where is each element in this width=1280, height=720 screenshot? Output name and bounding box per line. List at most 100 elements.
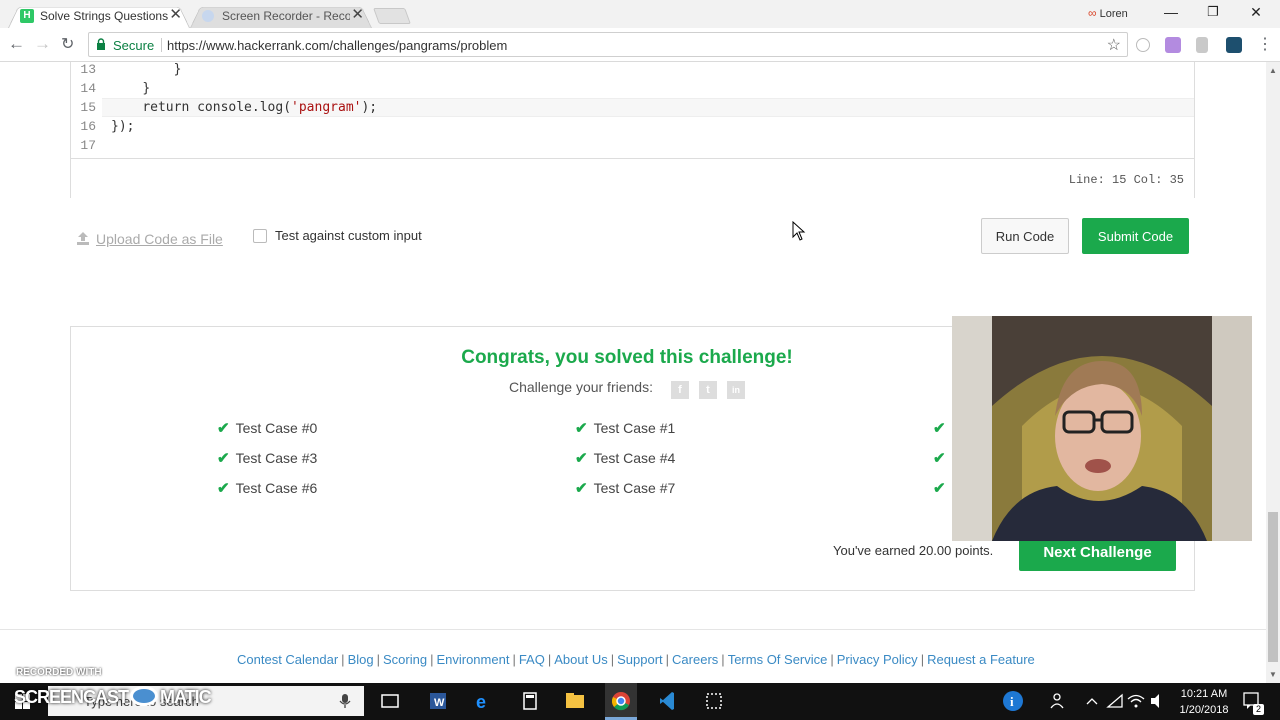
- test-case-item[interactable]: ✔ Test Case #4: [575, 449, 675, 467]
- snipping-tool-icon[interactable]: [699, 683, 729, 720]
- extension-react-icon[interactable]: [1226, 37, 1242, 53]
- profile-icon: ∞: [1088, 6, 1097, 20]
- tab-title: Screen Recorder - Recor: [222, 9, 350, 23]
- task-view-icon[interactable]: [375, 683, 405, 720]
- code-editor[interactable]: 13 14 15 16 17 } } return console.log('p…: [70, 62, 1195, 198]
- test-case-item[interactable]: ✔: [933, 449, 952, 467]
- check-icon: ✔: [575, 450, 588, 467]
- test-case-item[interactable]: ✔ Test Case #0: [217, 419, 317, 437]
- footer-link-careers[interactable]: Careers: [672, 652, 718, 667]
- linkedin-icon[interactable]: in: [727, 381, 745, 399]
- lock-icon: [97, 38, 105, 50]
- address-separator: [161, 38, 162, 52]
- mouse-cursor-icon: [792, 221, 806, 241]
- reload-icon[interactable]: ↻: [61, 34, 74, 54]
- test-case-item[interactable]: ✔ Test Case #6: [217, 479, 317, 497]
- test-case-item[interactable]: ✔ Test Case #3: [217, 449, 317, 467]
- footer-link-contest-calendar[interactable]: Contest Calendar: [237, 652, 338, 667]
- microphone-icon[interactable]: [338, 693, 352, 709]
- upload-icon[interactable]: [75, 230, 91, 246]
- wifi-icon[interactable]: [1125, 683, 1147, 720]
- hackerrank-favicon-icon: H: [20, 9, 34, 23]
- svg-text:e: e: [476, 692, 486, 712]
- line-col-indicator: Line: 15 Col: 35: [1068, 173, 1184, 187]
- svg-text:W: W: [434, 697, 445, 709]
- footer-link-terms[interactable]: Terms Of Service: [728, 652, 828, 667]
- chrome-app-icon[interactable]: [605, 683, 637, 720]
- facebook-icon[interactable]: f: [671, 381, 689, 399]
- extension-gray-icon[interactable]: [1196, 37, 1208, 53]
- tab-close-icon[interactable]: ✕: [169, 7, 182, 23]
- tab-screen-recorder[interactable]: Screen Recorder - Recor ✕: [190, 4, 372, 28]
- clock-date: 1/20/2018: [1179, 704, 1229, 716]
- recorded-with-label: RECORDED WITH: [16, 667, 102, 678]
- footer-link-scoring[interactable]: Scoring: [383, 652, 427, 667]
- browser-toolbar: ← → ↻ Secure https://www.hackerrank.com/…: [0, 28, 1280, 62]
- line-number: 15: [80, 100, 96, 115]
- footer-link-environment[interactable]: Environment: [436, 652, 509, 667]
- minimize-button[interactable]: —: [1156, 4, 1186, 20]
- bookmark-star-icon[interactable]: ☆: [1107, 35, 1121, 55]
- url-text[interactable]: https://www.hackerrank.com/challenges/pa…: [167, 38, 507, 53]
- tab-solve-strings[interactable]: H Solve Strings Questions | ✕: [8, 4, 190, 28]
- points-earned: You've earned 20.00 points.: [833, 543, 994, 558]
- cortana-info-icon[interactable]: i: [996, 683, 1030, 720]
- file-explorer-icon[interactable]: [560, 683, 590, 720]
- test-case-item[interactable]: ✔: [933, 479, 952, 497]
- browser-menu-icon[interactable]: ⋮: [1257, 34, 1273, 54]
- address-bar[interactable]: Secure https://www.hackerrank.com/challe…: [88, 32, 1128, 57]
- screencast-watermark: SCREENCAST MATIC: [14, 686, 212, 707]
- volume-icon[interactable]: [1147, 683, 1167, 720]
- check-icon: ✔: [217, 420, 230, 437]
- check-icon: ✔: [575, 480, 588, 497]
- extension-purple-icon[interactable]: [1165, 37, 1181, 53]
- forward-arrow-icon[interactable]: →: [34, 34, 51, 54]
- check-icon: ✔: [933, 480, 946, 497]
- challenge-friends-label: Challenge your friends:: [509, 379, 653, 395]
- submit-code-button[interactable]: Submit Code: [1082, 218, 1189, 254]
- close-window-button[interactable]: ✕: [1241, 4, 1271, 21]
- check-icon: ✔: [217, 450, 230, 467]
- word-app-icon[interactable]: W: [423, 683, 453, 720]
- footer-links: Contest Calendar | Blog | Scoring | Environmen…: [237, 652, 1035, 667]
- network-icon[interactable]: [1105, 683, 1125, 720]
- scrollbar-thumb[interactable]: [1268, 512, 1278, 662]
- footer-link-about-us[interactable]: About Us: [554, 652, 607, 667]
- footer-link-blog[interactable]: Blog: [348, 652, 374, 667]
- code-line: }: [173, 62, 182, 77]
- profile-button[interactable]: ∞ Loren: [1088, 6, 1128, 20]
- test-case-item[interactable]: ✔ Test Case #7: [575, 479, 675, 497]
- taskbar-clock[interactable]: 10:21 AM 1/20/2018: [1176, 686, 1232, 718]
- tray-chevron-up-icon[interactable]: [1082, 683, 1102, 720]
- footer-link-support[interactable]: Support: [617, 652, 663, 667]
- scroll-up-icon[interactable]: ▲: [1269, 66, 1277, 75]
- page-scrollbar[interactable]: ▲ ▼: [1266, 62, 1280, 683]
- notification-count-badge: 2: [1253, 704, 1264, 715]
- new-tab-button[interactable]: [373, 8, 411, 24]
- svg-text:i: i: [1010, 694, 1014, 709]
- restore-button[interactable]: ❐: [1198, 4, 1228, 20]
- back-arrow-icon[interactable]: ←: [8, 34, 25, 54]
- people-icon[interactable]: [1046, 683, 1070, 720]
- vscode-app-icon[interactable]: [652, 683, 682, 720]
- run-code-button[interactable]: Run Code: [981, 218, 1069, 254]
- footer-link-faq[interactable]: FAQ: [519, 652, 545, 667]
- profile-name: Loren: [1099, 8, 1128, 20]
- footer-divider: [0, 629, 1266, 630]
- code-line: }: [142, 81, 151, 96]
- extension-circle-icon[interactable]: [1136, 38, 1150, 52]
- code-line: });: [111, 119, 135, 134]
- custom-input-checkbox[interactable]: [253, 229, 267, 243]
- footer-link-request-feature[interactable]: Request a Feature: [927, 652, 1035, 667]
- edge-app-icon[interactable]: e: [469, 683, 499, 720]
- secure-label: Secure: [113, 38, 155, 53]
- custom-input-label[interactable]: Test against custom input: [275, 228, 422, 243]
- test-case-item[interactable]: ✔ Test Case #1: [575, 419, 675, 437]
- scroll-down-icon[interactable]: ▼: [1269, 670, 1277, 679]
- upload-code-link[interactable]: Upload Code as File: [96, 231, 223, 247]
- tab-close-icon[interactable]: ✕: [351, 7, 364, 23]
- calculator-app-icon[interactable]: [515, 683, 545, 720]
- test-case-item[interactable]: ✔: [933, 419, 952, 437]
- twitter-icon[interactable]: t: [699, 381, 717, 399]
- footer-link-privacy[interactable]: Privacy Policy: [837, 652, 918, 667]
